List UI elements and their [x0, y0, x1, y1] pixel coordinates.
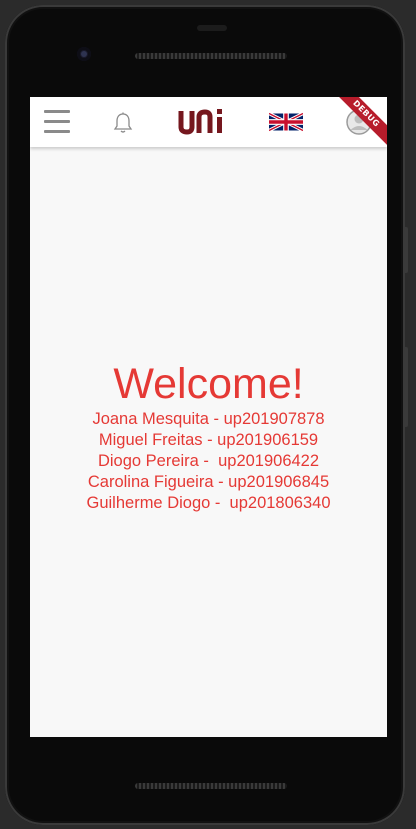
bell-icon[interactable] [111, 111, 135, 135]
uni-logo [178, 109, 222, 135]
member-line: Joana Mesquita - up201907878 [92, 410, 325, 428]
bottom-speaker-grille [135, 783, 287, 789]
welcome-heading: Welcome! [113, 360, 304, 408]
top-speaker-grille [135, 53, 287, 59]
member-line: Miguel Freitas - up201906159 [98, 431, 319, 449]
member-line: Carolina Figueira - up201906845 [87, 473, 330, 491]
member-line: Diogo Pereira - up201906422 [97, 452, 320, 470]
front-camera [77, 47, 91, 61]
app-screen: DEBUG Welcome! Joana Mesquita - up201907… [30, 97, 387, 737]
app-bar: DEBUG [30, 97, 387, 153]
volume-button[interactable] [403, 227, 408, 273]
member-line: Guilherme Diogo - up201806340 [86, 494, 331, 512]
power-button[interactable] [403, 347, 408, 427]
welcome-section: Welcome! Joana Mesquita - up201907878 Mi… [30, 359, 387, 514]
menu-icon[interactable] [44, 109, 70, 133]
uk-flag-icon[interactable] [269, 112, 303, 132]
earpiece [197, 25, 227, 31]
